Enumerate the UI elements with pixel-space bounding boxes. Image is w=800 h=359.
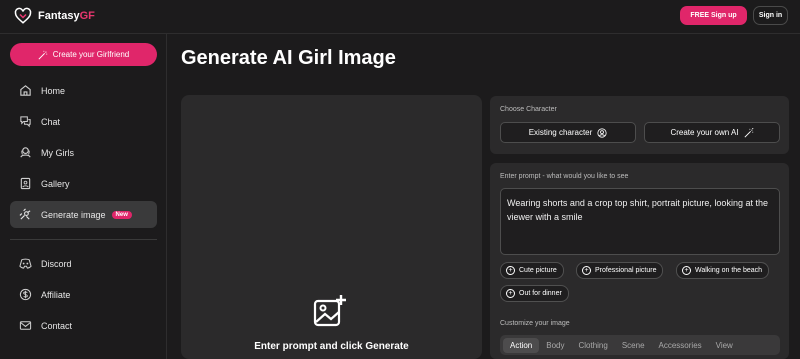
suggestion-chip-cute[interactable]: + Cute picture bbox=[500, 262, 564, 279]
chip-label: Out for dinner bbox=[519, 290, 562, 297]
prompt-panel: Enter prompt - what would you like to se… bbox=[490, 163, 789, 359]
new-badge: New bbox=[111, 210, 132, 219]
existing-character-label: Existing character bbox=[528, 128, 593, 137]
sidebar-item-generate-image[interactable]: Generate image New bbox=[10, 201, 157, 228]
sidebar: Create your Girlfriend Home Chat My Girl… bbox=[0, 34, 167, 359]
gallery-icon bbox=[18, 177, 32, 191]
prompt-label: Enter prompt - what would you like to se… bbox=[500, 173, 629, 180]
suggestion-chip-dinner[interactable]: + Out for dinner bbox=[500, 285, 569, 302]
plus-circle-icon: + bbox=[682, 266, 691, 275]
plus-circle-icon: + bbox=[506, 289, 515, 298]
create-own-ai-label: Create your own AI bbox=[670, 128, 739, 137]
add-image-icon bbox=[313, 295, 346, 327]
dollar-icon bbox=[18, 288, 32, 302]
sidebar-divider bbox=[10, 239, 157, 240]
prompt-input[interactable]: Wearing shorts and a crop top shirt, por… bbox=[500, 188, 780, 255]
sidebar-item-contact[interactable]: Contact bbox=[10, 312, 157, 339]
sidebar-item-label: Generate image bbox=[41, 209, 106, 220]
mail-icon bbox=[18, 319, 32, 333]
sidebar-item-chat[interactable]: Chat bbox=[10, 108, 157, 135]
suggestion-chip-professional[interactable]: + Professional picture bbox=[576, 262, 664, 279]
page-title: Generate AI Girl Image bbox=[181, 47, 396, 69]
top-bar: FantasyGF FREE Sign up Sign in bbox=[0, 0, 800, 34]
magic-wand-icon bbox=[38, 50, 47, 60]
chip-label: Professional picture bbox=[595, 267, 657, 274]
suggestion-chip-beach[interactable]: + Walking on the beach bbox=[676, 262, 770, 279]
magic-wand-icon bbox=[744, 127, 754, 137]
create-girlfriend-label: Create your Girlfriend bbox=[52, 50, 130, 59]
choose-character-label: Choose Character bbox=[500, 106, 557, 113]
tab-body[interactable]: Body bbox=[539, 338, 571, 353]
sidebar-item-label: Contact bbox=[41, 320, 73, 331]
tab-accessories[interactable]: Accessories bbox=[652, 338, 709, 353]
sidebar-item-home[interactable]: Home bbox=[10, 77, 157, 104]
customize-label: Customize your image bbox=[500, 320, 570, 327]
sidebar-item-gallery[interactable]: Gallery bbox=[10, 170, 157, 197]
preview-instruction: Enter prompt and click Generate bbox=[254, 341, 409, 352]
chip-label: Cute picture bbox=[519, 267, 557, 274]
discord-icon bbox=[18, 257, 32, 271]
chat-icon bbox=[18, 115, 32, 129]
user-circle-icon bbox=[597, 127, 607, 138]
sidebar-item-discord[interactable]: Discord bbox=[10, 250, 157, 277]
sidebar-item-label: Home bbox=[41, 85, 66, 96]
sidebar-item-label: Chat bbox=[41, 116, 61, 127]
signup-button[interactable]: FREE Sign up bbox=[680, 6, 747, 25]
chip-label: Walking on the beach bbox=[695, 267, 763, 274]
sidebar-item-label: Affiliate bbox=[41, 289, 71, 300]
signin-button[interactable]: Sign in bbox=[753, 6, 788, 25]
heart-logo-icon bbox=[14, 7, 32, 24]
logo[interactable]: FantasyGF bbox=[14, 7, 95, 25]
plus-circle-icon: + bbox=[582, 266, 591, 275]
sidebar-item-label: Discord bbox=[41, 258, 72, 269]
sidebar-item-label: My Girls bbox=[41, 147, 74, 158]
tab-clothing[interactable]: Clothing bbox=[571, 338, 614, 353]
choose-character-panel: Choose Character Existing character Crea… bbox=[490, 96, 789, 154]
girls-icon bbox=[18, 146, 32, 160]
generate-icon bbox=[18, 208, 32, 222]
plus-circle-icon: + bbox=[506, 266, 515, 275]
home-icon bbox=[18, 84, 32, 98]
tab-scene[interactable]: Scene bbox=[615, 338, 652, 353]
tab-action[interactable]: Action bbox=[503, 337, 540, 353]
create-girlfriend-button[interactable]: Create your Girlfriend bbox=[10, 43, 157, 66]
image-preview-area: Enter prompt and click Generate bbox=[181, 95, 482, 359]
sidebar-item-my-girls[interactable]: My Girls bbox=[10, 139, 157, 166]
existing-character-button[interactable]: Existing character bbox=[500, 122, 636, 143]
customize-tabs: Action Body Clothing Scene Accessories V… bbox=[500, 335, 780, 355]
sidebar-item-label: Gallery bbox=[41, 178, 70, 189]
brand-name: FantasyGF bbox=[38, 10, 95, 22]
tab-view[interactable]: View bbox=[709, 338, 740, 353]
create-own-ai-button[interactable]: Create your own AI bbox=[644, 122, 780, 143]
sidebar-item-affiliate[interactable]: Affiliate bbox=[10, 281, 157, 308]
